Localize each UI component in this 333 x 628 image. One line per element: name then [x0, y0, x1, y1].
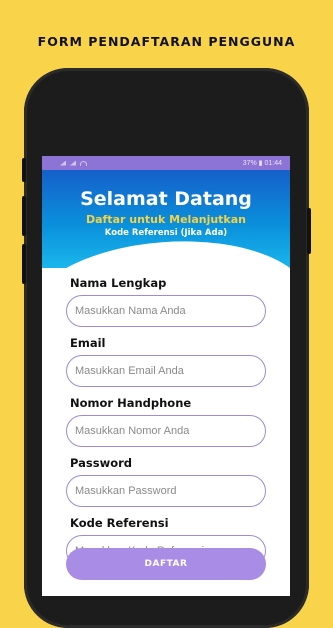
welcome-subtitle: Daftar untuk Melanjutkan: [85, 213, 247, 226]
phone-label: Nomor Handphone: [70, 396, 192, 410]
signal-icon: [60, 160, 66, 166]
battery-level: 37%: [242, 160, 257, 167]
phone-side-button: [22, 196, 26, 236]
phone-side-button: [22, 244, 26, 284]
full-name-input[interactable]: [66, 295, 266, 327]
email-input[interactable]: [66, 355, 266, 387]
clock: 01:44: [264, 160, 282, 167]
battery-icon: ▮: [258, 160, 263, 167]
password-label: Password: [70, 456, 132, 470]
phone-side-button: [22, 158, 26, 182]
welcome-title: Selamat Datang: [80, 188, 252, 210]
password-input[interactable]: [66, 475, 266, 507]
phone-input[interactable]: [66, 415, 266, 447]
promo-title: FORM PENDAFTARAN PENGGUNA: [37, 34, 296, 49]
phone-side-button: [307, 208, 311, 254]
email-label: Email: [70, 336, 106, 350]
referral-code-label: Kode Referensi: [70, 516, 169, 530]
wifi-icon: [80, 160, 87, 166]
full-name-label: Nama Lengkap: [70, 276, 167, 290]
registration-form: Nama Lengkap Email Nomor Handphone Passw…: [66, 276, 266, 576]
signal-icon: [70, 160, 76, 166]
app-screen: 37% ▮ 01:44 Selamat Datang Daftar untuk …: [42, 156, 290, 596]
referral-note: Kode Referensi (Jika Ada): [104, 228, 228, 238]
register-button[interactable]: DAFTAR: [66, 548, 266, 580]
status-bar: 37% ▮ 01:44: [42, 156, 290, 170]
welcome-header: Selamat Datang Daftar untuk Melanjutkan …: [42, 170, 290, 322]
